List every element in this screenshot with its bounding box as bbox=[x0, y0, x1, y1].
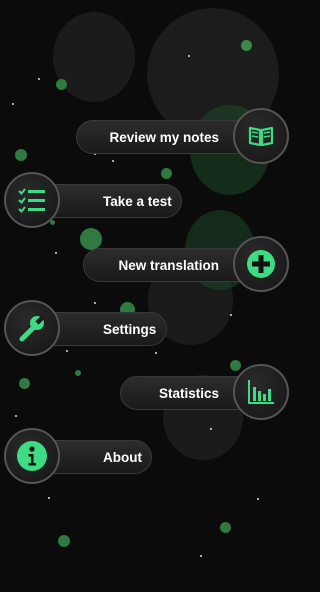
bg-star bbox=[38, 78, 40, 80]
bg-star bbox=[55, 252, 57, 254]
take-test-icon-button[interactable] bbox=[4, 172, 60, 228]
checklist-icon bbox=[18, 188, 45, 213]
review-notes-button[interactable]: Review my notes bbox=[76, 120, 258, 154]
bg-bubble bbox=[53, 12, 135, 102]
settings-icon-button[interactable] bbox=[4, 300, 60, 356]
review-notes-label: Review my notes bbox=[109, 129, 219, 145]
new-translation-icon-button[interactable] bbox=[233, 236, 289, 292]
bg-star bbox=[155, 352, 157, 354]
bg-dot bbox=[220, 522, 231, 533]
statistics-icon-button[interactable] bbox=[233, 364, 289, 420]
bg-star bbox=[66, 350, 68, 352]
bg-dot bbox=[15, 149, 27, 161]
background bbox=[0, 0, 293, 592]
bg-star bbox=[257, 498, 259, 500]
bg-star bbox=[15, 415, 17, 417]
bg-dot bbox=[80, 228, 102, 250]
new-translation-label: New translation bbox=[118, 257, 219, 273]
book-icon bbox=[248, 126, 274, 147]
bg-dot bbox=[230, 360, 241, 371]
bg-star bbox=[112, 160, 114, 162]
bg-star bbox=[12, 103, 14, 105]
bg-dot bbox=[58, 535, 70, 547]
bg-star bbox=[48, 497, 50, 499]
bg-dot bbox=[161, 168, 172, 179]
review-notes-icon-button[interactable] bbox=[233, 108, 289, 164]
take-test-label: Take a test bbox=[103, 193, 172, 209]
bg-star bbox=[210, 428, 212, 430]
bg-star bbox=[188, 55, 190, 57]
bg-star bbox=[94, 302, 96, 304]
bg-dot bbox=[19, 378, 30, 389]
bar-chart-icon bbox=[248, 380, 274, 404]
bg-dot bbox=[75, 370, 81, 376]
info-icon bbox=[17, 441, 47, 471]
bg-dot bbox=[241, 40, 252, 51]
settings-label: Settings bbox=[103, 321, 157, 337]
bg-star bbox=[200, 555, 202, 557]
new-translation-button[interactable]: New translation bbox=[83, 248, 258, 282]
bg-star bbox=[230, 314, 232, 316]
about-label: About bbox=[103, 449, 142, 465]
about-icon-button[interactable] bbox=[4, 428, 60, 484]
plus-icon bbox=[247, 250, 275, 278]
bg-dot bbox=[56, 79, 67, 90]
statistics-label: Statistics bbox=[158, 385, 219, 401]
wrench-icon bbox=[19, 315, 45, 342]
